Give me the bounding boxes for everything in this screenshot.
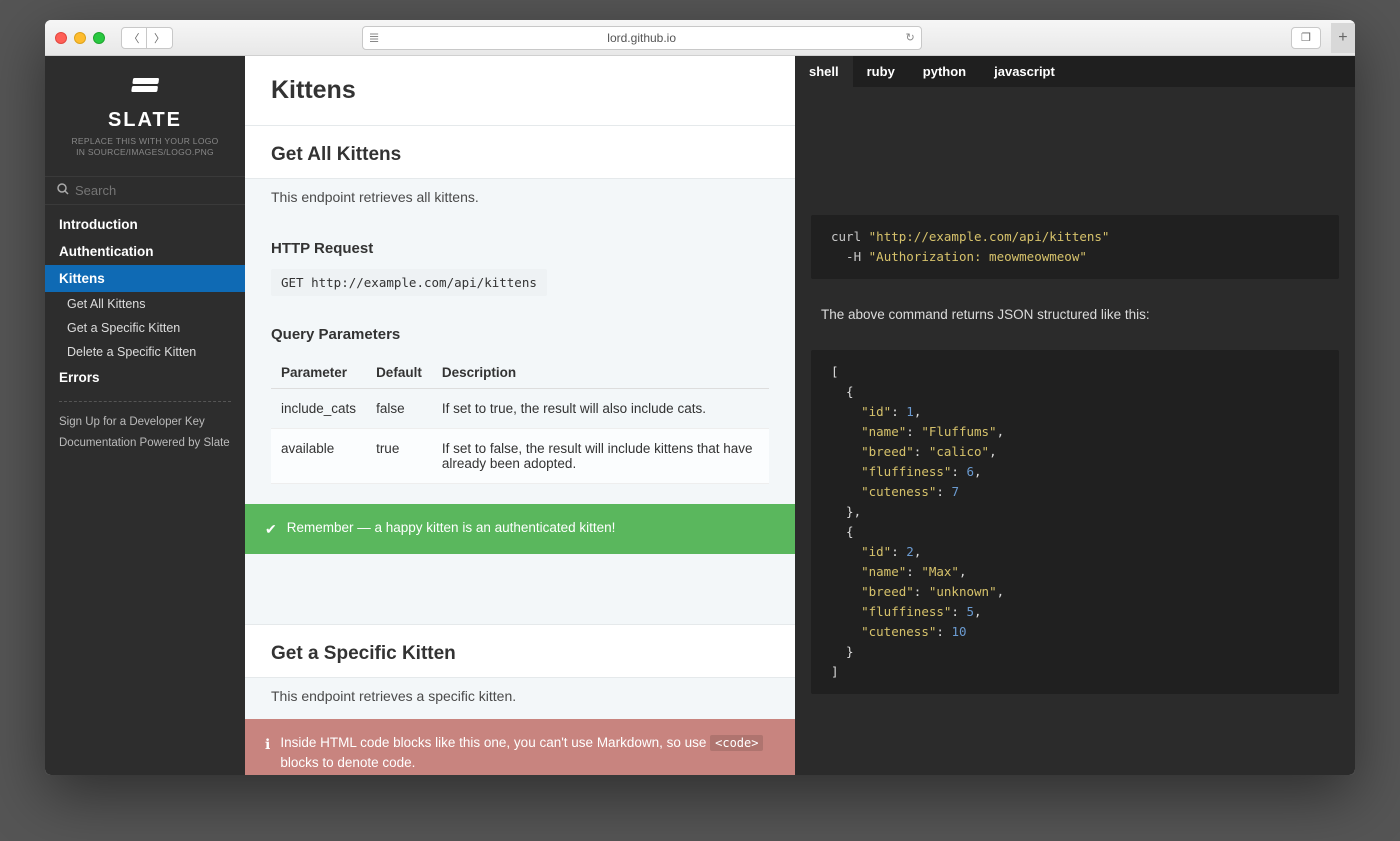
footer-signup-link[interactable]: Sign Up for a Developer Key: [59, 412, 231, 433]
cell-param: available: [271, 429, 366, 484]
logo-area: SLATE REPLACE THIS WITH YOUR LOGO IN SOU…: [45, 56, 245, 168]
logo-subtitle: REPLACE THIS WITH YOUR LOGO IN SOURCE/IM…: [53, 136, 237, 158]
curl-block-1: curl "http://example.com/api/kittens" -H…: [811, 215, 1339, 279]
lang-tab-python[interactable]: python: [909, 56, 980, 87]
reload-icon[interactable]: ↻: [905, 31, 914, 44]
table-row: available true If set to false, the resu…: [271, 429, 769, 484]
http-request-line: GET http://example.com/api/kittens: [271, 269, 547, 296]
url-text: lord.github.io: [607, 31, 676, 45]
toc-introduction[interactable]: Introduction: [45, 211, 245, 238]
toc-footer: Sign Up for a Developer Key Documentatio…: [59, 401, 231, 453]
notice-text: Remember — a happy kitten is an authenti…: [287, 518, 616, 538]
th-description: Description: [432, 357, 769, 389]
footer-powered-link[interactable]: Documentation Powered by Slate: [59, 433, 231, 454]
cell-param: include_cats: [271, 389, 366, 429]
fullscreen-window-button[interactable]: [93, 32, 105, 44]
nav-buttons: 〈 〉: [121, 27, 173, 49]
traffic-lights: [55, 32, 105, 44]
notice-success: ✔ Remember — a happy kitten is an authen…: [245, 504, 795, 554]
url-bar[interactable]: ≣ lord.github.io ↻: [362, 26, 922, 50]
app-area: SLATE REPLACE THIS WITH YOUR LOGO IN SOU…: [45, 56, 1355, 775]
th-parameter: Parameter: [271, 357, 366, 389]
th-default: Default: [366, 357, 432, 389]
code-column: shell ruby python javascript curl "http:…: [795, 56, 1355, 775]
content-wrap: Kittens Get All Kittens This endpoint re…: [245, 56, 1355, 775]
cell-default: true: [366, 429, 432, 484]
toc: Introduction Authentication Kittens Get …: [45, 211, 245, 391]
forward-button[interactable]: 〉: [147, 27, 173, 49]
search-row[interactable]: [45, 176, 245, 205]
query-params-table: Parameter Default Description include_ca…: [271, 357, 769, 484]
back-button[interactable]: 〈: [121, 27, 147, 49]
minimize-window-button[interactable]: [74, 32, 86, 44]
code-tag: <code>: [710, 735, 763, 751]
page-title: Kittens: [245, 56, 795, 126]
language-tabs: shell ruby python javascript: [795, 56, 1355, 87]
section-desc: This endpoint retrieves a specific kitte…: [245, 678, 795, 719]
content-column: Kittens Get All Kittens This endpoint re…: [245, 56, 795, 775]
sidebar: SLATE REPLACE THIS WITH YOUR LOGO IN SOU…: [45, 56, 245, 775]
search-input[interactable]: [75, 183, 233, 198]
json-block-1: [ { "id": 1, "name": "Fluffums", "breed"…: [811, 350, 1339, 694]
lang-tab-shell[interactable]: shell: [795, 56, 853, 87]
check-icon: ✔: [265, 519, 277, 540]
toc-get-specific-kitten[interactable]: Get a Specific Kitten: [45, 316, 245, 340]
info-icon: ℹ: [265, 734, 270, 755]
search-icon: [57, 183, 69, 198]
cell-default: false: [366, 389, 432, 429]
response-note: The above command returns JSON structure…: [795, 297, 1355, 332]
logo-icon: [53, 72, 237, 107]
cell-desc: If set to false, the result will include…: [432, 429, 769, 484]
reader-icon[interactable]: ≣: [369, 30, 380, 46]
new-tab-button[interactable]: +: [1331, 23, 1355, 53]
lang-tab-javascript[interactable]: javascript: [980, 56, 1069, 87]
logo-text: SLATE: [53, 109, 237, 132]
toc-authentication[interactable]: Authentication: [45, 238, 245, 265]
toc-get-all-kittens[interactable]: Get All Kittens: [45, 292, 245, 316]
notice-warning: ℹ Inside HTML code blocks like this one,…: [245, 719, 795, 775]
titlebar: 〈 〉 ≣ lord.github.io ↻ ❐ +: [45, 20, 1355, 56]
toc-kittens[interactable]: Kittens: [45, 265, 245, 292]
show-tabs-button[interactable]: ❐: [1291, 27, 1321, 49]
section-get-specific-kitten: Get a Specific Kitten: [245, 624, 795, 678]
lang-tab-ruby[interactable]: ruby: [853, 56, 909, 87]
toc-errors[interactable]: Errors: [45, 364, 245, 391]
notice-text: Inside HTML code blocks like this one, y…: [280, 733, 775, 774]
section-desc: This endpoint retrieves all kittens.: [245, 179, 795, 220]
section-get-all-kittens: Get All Kittens: [245, 126, 795, 179]
browser-window: 〈 〉 ≣ lord.github.io ↻ ❐ +: [45, 20, 1355, 775]
cell-desc: If set to true, the result will also inc…: [432, 389, 769, 429]
http-request-heading: HTTP Request: [245, 220, 795, 265]
query-params-heading: Query Parameters: [245, 306, 795, 351]
toc-delete-specific-kitten[interactable]: Delete a Specific Kitten: [45, 340, 245, 364]
spacer: [245, 554, 795, 624]
close-window-button[interactable]: [55, 32, 67, 44]
table-row: include_cats false If set to true, the r…: [271, 389, 769, 429]
